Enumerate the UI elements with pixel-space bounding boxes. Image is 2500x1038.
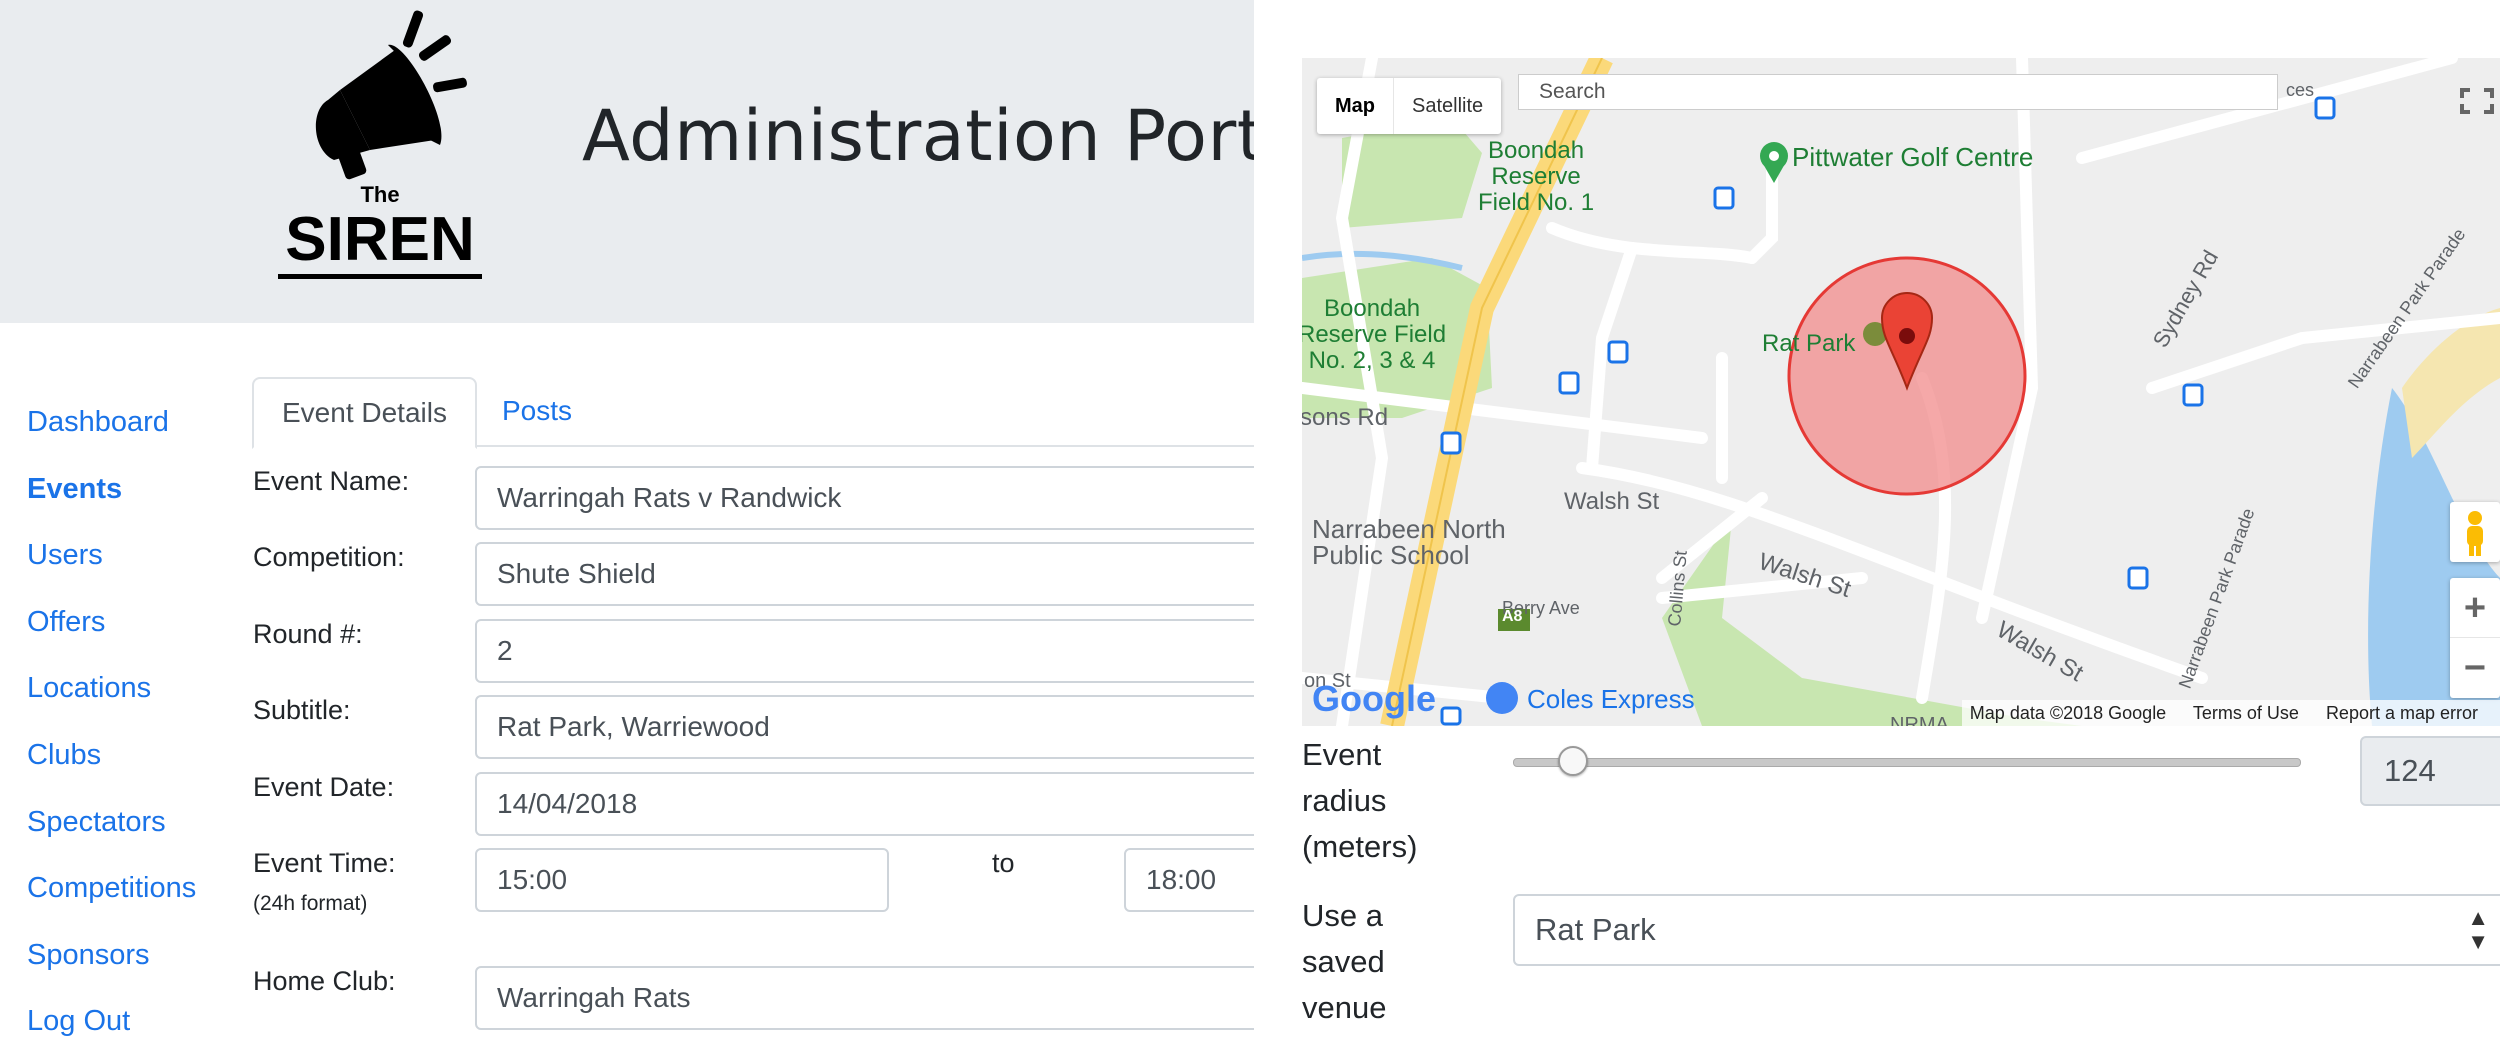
subtitle-row: Subtitle: Rat Park, Warriewood xyxy=(252,695,1254,765)
map-data-attribution: Map data ©2018 Google xyxy=(1969,703,2167,723)
megaphone-icon: The SIREN xyxy=(278,10,482,279)
home-club-select[interactable]: Warringah Rats xyxy=(475,966,1254,1030)
sidebar-item-dashboard[interactable]: Dashboard xyxy=(27,398,196,465)
logo-big-text: SIREN xyxy=(285,205,474,274)
map-place-school: Narrabeen North Public School xyxy=(1312,514,1506,570)
tab-posts[interactable]: Posts xyxy=(474,377,600,447)
map-street-walsh-st: Walsh St xyxy=(1564,488,1660,515)
map-terms-link[interactable]: Terms of Use xyxy=(2193,703,2299,723)
map-place-coles: Coles Express xyxy=(1527,684,1695,714)
subtitle-input[interactable]: Rat Park, Warriewood xyxy=(475,695,1254,759)
event-name-input[interactable]: Warringah Rats v Randwick xyxy=(475,466,1254,530)
event-time-start-input[interactable]: 15:00 xyxy=(475,848,889,912)
sidebar-item-offers[interactable]: Offers xyxy=(27,598,196,665)
map-street-ces: ces xyxy=(2286,80,2315,100)
saved-venue-select[interactable]: Rat Park ▲ ▼ xyxy=(1513,894,2500,966)
sidebar-item-users[interactable]: Users xyxy=(27,531,196,598)
home-club-label: Home Club: xyxy=(253,966,396,996)
google-logo: Google xyxy=(1312,678,1436,719)
slider-handle[interactable] xyxy=(1558,746,1589,776)
home-club-row: Home Club: Warringah Rats xyxy=(252,966,1254,1036)
map-type-map-button[interactable]: Map xyxy=(1317,78,1394,134)
event-date-input[interactable]: 14/04/2018 xyxy=(475,772,1254,836)
map-route-a8: A8 xyxy=(1502,608,1523,625)
header: The SIREN Administration Portal xyxy=(0,0,1254,323)
pegman-icon[interactable] xyxy=(2450,502,2500,562)
map-search-input[interactable]: Search xyxy=(1518,74,2278,110)
sidebar-item-sponsors[interactable]: Sponsors xyxy=(27,931,196,998)
radius-slider[interactable] xyxy=(1513,746,2301,776)
event-time-label: Event Time: xyxy=(253,848,396,878)
subtitle-label: Subtitle: xyxy=(253,695,351,725)
competition-label: Competition: xyxy=(253,542,405,572)
right-panel: Boondah Reserve Field No. 1 Boondah Rese… xyxy=(1254,0,2500,1038)
event-radius-label: Event radius (meters) xyxy=(1302,737,1418,864)
event-date-label: Event Date: xyxy=(253,772,395,802)
competition-input[interactable]: Shute Shield xyxy=(475,542,1254,606)
sidebar: Dashboard Events Users Offers Locations … xyxy=(27,398,196,1038)
saved-venue-label: Use a saved venue xyxy=(1302,898,1387,1025)
left-panel: The SIREN Administration Portal Dashboar… xyxy=(0,0,1254,1038)
round-input[interactable]: 2 xyxy=(475,619,1254,683)
map-place-rat-park: Rat Park xyxy=(1762,330,1856,357)
admin-page: The SIREN Administration Portal Dashboar… xyxy=(0,0,2500,1038)
map-report-link[interactable]: Report a map error xyxy=(2326,703,2478,723)
slider-track[interactable] xyxy=(1513,758,2301,767)
event-date-row: Event Date: 14/04/2018 xyxy=(252,772,1254,842)
tab-bar: Event Details Posts xyxy=(252,377,1254,449)
sidebar-item-spectators[interactable]: Spectators xyxy=(27,798,196,865)
event-time-end-input[interactable]: 18:00 xyxy=(1124,848,1254,912)
event-name-label: Event Name: xyxy=(253,466,410,496)
map[interactable]: Boondah Reserve Field No. 1 Boondah Rese… xyxy=(1302,58,2500,726)
map-place-boondah-1: Boondah Reserve Field No. 1 xyxy=(1478,137,1595,216)
map-footer: Map data ©2018 Google Terms of Use Repor… xyxy=(1961,700,2500,726)
round-label: Round #: xyxy=(253,619,363,649)
map-street-sons-rd: sons Rd xyxy=(1302,404,1389,431)
round-row: Round #: 2 xyxy=(252,619,1254,689)
event-time-format-hint: (24h format) xyxy=(253,892,368,915)
event-time-to-label: to xyxy=(992,848,1015,878)
map-type-satellite-button[interactable]: Satellite xyxy=(1394,78,1501,134)
logo-small-text: The xyxy=(360,182,399,207)
select-caret-icon: ▲ ▼ xyxy=(2467,905,2489,954)
map-type-control: Map Satellite xyxy=(1317,78,1502,134)
event-name-row: Event Name: Warringah Rats v Randwick xyxy=(252,466,1254,536)
saved-venue-value: Rat Park xyxy=(1535,912,1656,947)
map-place-golf: Pittwater Golf Centre xyxy=(1792,142,2034,172)
page-title: Administration Portal xyxy=(582,95,1254,177)
sidebar-item-logout[interactable]: Log Out xyxy=(27,997,196,1038)
sidebar-item-competitions[interactable]: Competitions xyxy=(27,864,196,931)
competition-row: Competition: Shute Shield xyxy=(252,542,1254,612)
map-place-nrma: NRMA xyxy=(1890,714,1949,726)
fullscreen-icon[interactable] xyxy=(2454,68,2500,132)
sidebar-item-events[interactable]: Events xyxy=(27,465,196,532)
map-place-boondah-2: Boondah Reserve Field No. 2, 3 & 4 xyxy=(1302,295,1447,374)
zoom-in-button[interactable]: + xyxy=(2450,578,2500,638)
radius-value-input[interactable]: 124 xyxy=(2360,736,2500,806)
sidebar-item-locations[interactable]: Locations xyxy=(27,664,196,731)
siren-logo: The SIREN xyxy=(270,0,500,290)
event-time-row: Event Time: (24h format) 15:00 to 18:00 xyxy=(252,848,1254,938)
zoom-out-button[interactable]: − xyxy=(2450,638,2500,698)
tab-event-details[interactable]: Event Details xyxy=(252,377,477,449)
sidebar-item-clubs[interactable]: Clubs xyxy=(27,731,196,798)
zoom-control: + − xyxy=(2450,578,2500,698)
